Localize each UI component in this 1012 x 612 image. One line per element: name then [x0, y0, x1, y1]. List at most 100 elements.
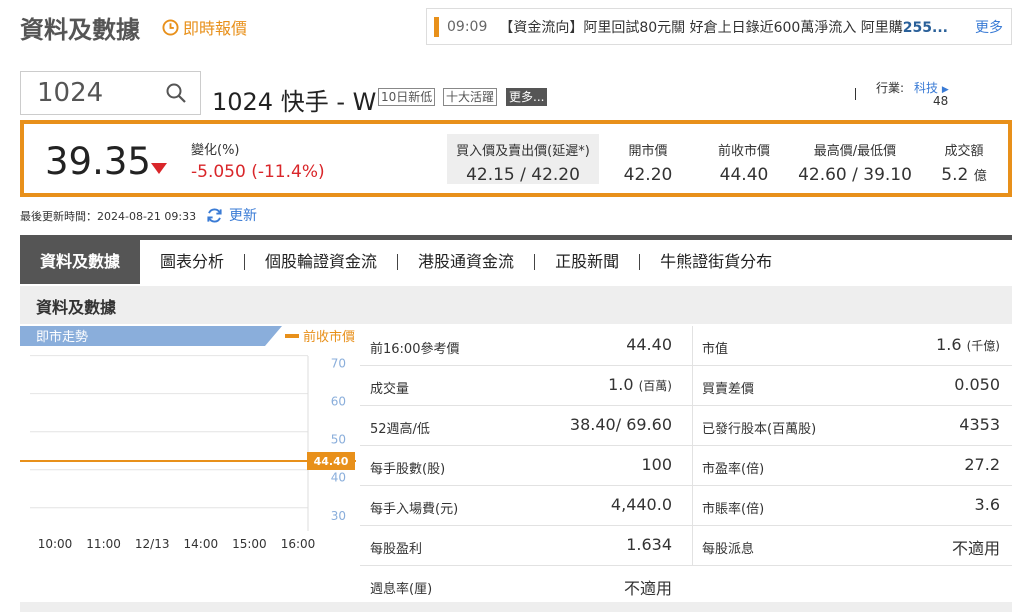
row-value: 27.2: [964, 455, 1000, 474]
row-value-number: 4353: [959, 415, 1000, 434]
open-value: 42.20: [623, 165, 673, 185]
legend-swatch: [285, 334, 299, 338]
news-ticker: 09:09 【資金流向】阿里回試80元關 好倉上日錄近600萬淨流入 阿里購25…: [426, 8, 1012, 45]
row-label: 市值: [702, 342, 729, 357]
bid-ask-label: 買入價及賣出價(延遲*): [456, 144, 590, 159]
x-tick-label: 10:00: [38, 537, 73, 551]
row-value-number: 100: [641, 455, 672, 474]
row-value: 0.050: [954, 375, 1000, 394]
industry-label: 行業:: [876, 81, 905, 95]
news-headline[interactable]: 【資金流向】阿里回試80元關 好倉上日錄近600萬淨流入 阿里購255...: [499, 17, 965, 37]
bid-ask-value: 42.15 / 42.20: [466, 165, 580, 185]
row-label: 成交量: [370, 382, 410, 397]
clock-icon: [162, 18, 179, 36]
last-updated-time: 最後更新時間：2024-08-21 09:33: [20, 210, 197, 223]
prev-close-column: 前收市價 44.40: [708, 140, 780, 185]
row-value: 100: [641, 455, 672, 474]
y-tick-label: 60: [331, 395, 346, 409]
realtime-quote-label: 即時報價: [183, 19, 248, 38]
row-value-number: 38.40/ 69.60: [569, 415, 672, 434]
tab-connect-fund-flow[interactable]: 港股通資金流: [398, 240, 534, 284]
row-value: 1.0 (百萬): [608, 375, 672, 394]
row-unit: (千億): [966, 339, 1000, 353]
table-row: 週息率(厘) 不適用: [360, 566, 1012, 606]
open-label: 開市價: [628, 144, 668, 159]
tab-chart-analysis[interactable]: 圖表分析: [140, 240, 244, 284]
row-value: 1.6 (千億): [936, 335, 1000, 354]
prev-close-tag: 44.40: [314, 455, 349, 468]
open-column: 開市價 42.20: [618, 140, 678, 185]
row-value-number: 1.6: [936, 335, 962, 354]
tab-warrant-fund-flow[interactable]: 個股輪證資金流: [245, 240, 397, 284]
row-value-number: 0.050: [954, 375, 1000, 394]
y-tick-label: 50: [331, 433, 346, 447]
row-label: 週息率(厘): [370, 582, 433, 597]
prev-close-value: 44.40: [719, 165, 769, 185]
row-label: 市盈率(倍): [702, 462, 765, 477]
row-value-number: 1.634: [626, 535, 672, 554]
chart-header: 即市走勢 前收市價: [20, 326, 355, 346]
bid-ask-column: 買入價及賣出價(延遲*) 42.15 / 42.20: [455, 140, 591, 185]
row-value-number: 44.40: [626, 335, 672, 354]
y-tick-label: 30: [331, 509, 346, 523]
row-value: 不適用: [952, 535, 1000, 559]
industry-divider: [855, 88, 856, 100]
row-value-number: 1.0: [608, 375, 634, 394]
turnover-value: 5.2: [941, 165, 969, 185]
row-label: 前16:00參考價: [370, 342, 460, 357]
change-value: -5.050 (-11.4%): [191, 162, 325, 182]
tag-top-active[interactable]: 十大活躍: [443, 88, 498, 106]
tab-cbbc-distribution[interactable]: 牛熊證街貨分布: [640, 240, 792, 284]
turnover-unit: 億: [973, 169, 987, 184]
row-label: 已發行股本(百萬股): [702, 422, 817, 437]
search-icon[interactable]: [165, 82, 187, 104]
row-label: 每手入場費(元): [370, 502, 459, 517]
last-price: 39.35: [45, 140, 151, 183]
x-tick-label: 12/13: [135, 537, 170, 551]
ticker-accent-bar: [434, 16, 439, 37]
table-row: 每手入場費(元) 4,440.0 市賬率(倍) 3.6: [360, 486, 1012, 526]
section-tabs: 資料及數據 圖表分析 個股輪證資金流 港股通資金流 正股新聞 牛熊證街貨分布: [20, 235, 1012, 284]
y-tick-label: 40: [331, 471, 346, 485]
news-time: 09:09: [447, 18, 488, 35]
page-title: 資料及數據: [20, 16, 140, 44]
row-label: 市賬率(倍): [702, 502, 765, 517]
industry-rank: 48: [933, 94, 949, 108]
realtime-quote-link[interactable]: 即時報價: [162, 15, 247, 39]
quote-panel: 39.35 變化(%) -5.050 (-11.4%) 買入價及賣出價(延遲*)…: [20, 120, 1012, 197]
turnover-label: 成交額: [944, 144, 984, 159]
tab-stock-news[interactable]: 正股新聞: [535, 240, 639, 284]
high-low-label: 最高價/最低價: [813, 144, 897, 159]
refresh-button[interactable]: 更新: [206, 205, 257, 225]
high-low-value: 42.60 / 39.10: [798, 165, 912, 185]
row-value: 44.40: [626, 335, 672, 354]
news-highlight: 255...: [902, 19, 948, 36]
row-value-number: 不適用: [951, 539, 1000, 558]
industry-value: 科技: [914, 81, 939, 95]
row-label: 每股派息: [702, 542, 755, 557]
news-more-link[interactable]: 更多: [975, 17, 1003, 37]
turnover-value-wrap: 5.2 億: [932, 165, 996, 185]
chart-legend-label: 前收市價: [303, 329, 355, 345]
row-value: 4,440.0: [611, 495, 672, 514]
tag-more-button[interactable]: 更多...: [506, 88, 548, 106]
tag-10day-low[interactable]: 10日新低: [378, 88, 436, 106]
row-value-number: 3.6: [974, 495, 1000, 514]
row-unit: (百萬): [638, 379, 672, 393]
row-value: 4353: [959, 415, 1000, 434]
refresh-icon: [207, 208, 222, 222]
row-value: 1.634: [626, 535, 672, 554]
news-headline-text: 【資金流向】阿里回試80元關 好倉上日錄近600萬淨流入 阿里購: [499, 19, 903, 36]
stock-search-input[interactable]: [21, 78, 161, 108]
x-tick-label: 14:00: [184, 537, 219, 551]
table-row: 52週高/低 38.40/ 69.60 已發行股本(百萬股) 4353: [360, 406, 1012, 446]
section-title: 資料及數據: [20, 286, 1012, 324]
turnover-column: 成交額 5.2 億: [932, 140, 996, 185]
high-low-column: 最高價/最低價 42.60 / 39.10: [798, 140, 912, 185]
tab-data[interactable]: 資料及數據: [20, 240, 141, 284]
intraday-chart: 70 60 50 40 30 44.40 10:00 11:00 12/13 14:00 15:00…: [20, 355, 356, 551]
stock-name: 1024 快手 - W: [212, 88, 377, 116]
table-row: 每股盈利 1.634 每股派息 不適用: [360, 526, 1012, 566]
row-value-number: 4,440.0: [610, 495, 672, 514]
row-value: 3.6: [975, 495, 1000, 514]
